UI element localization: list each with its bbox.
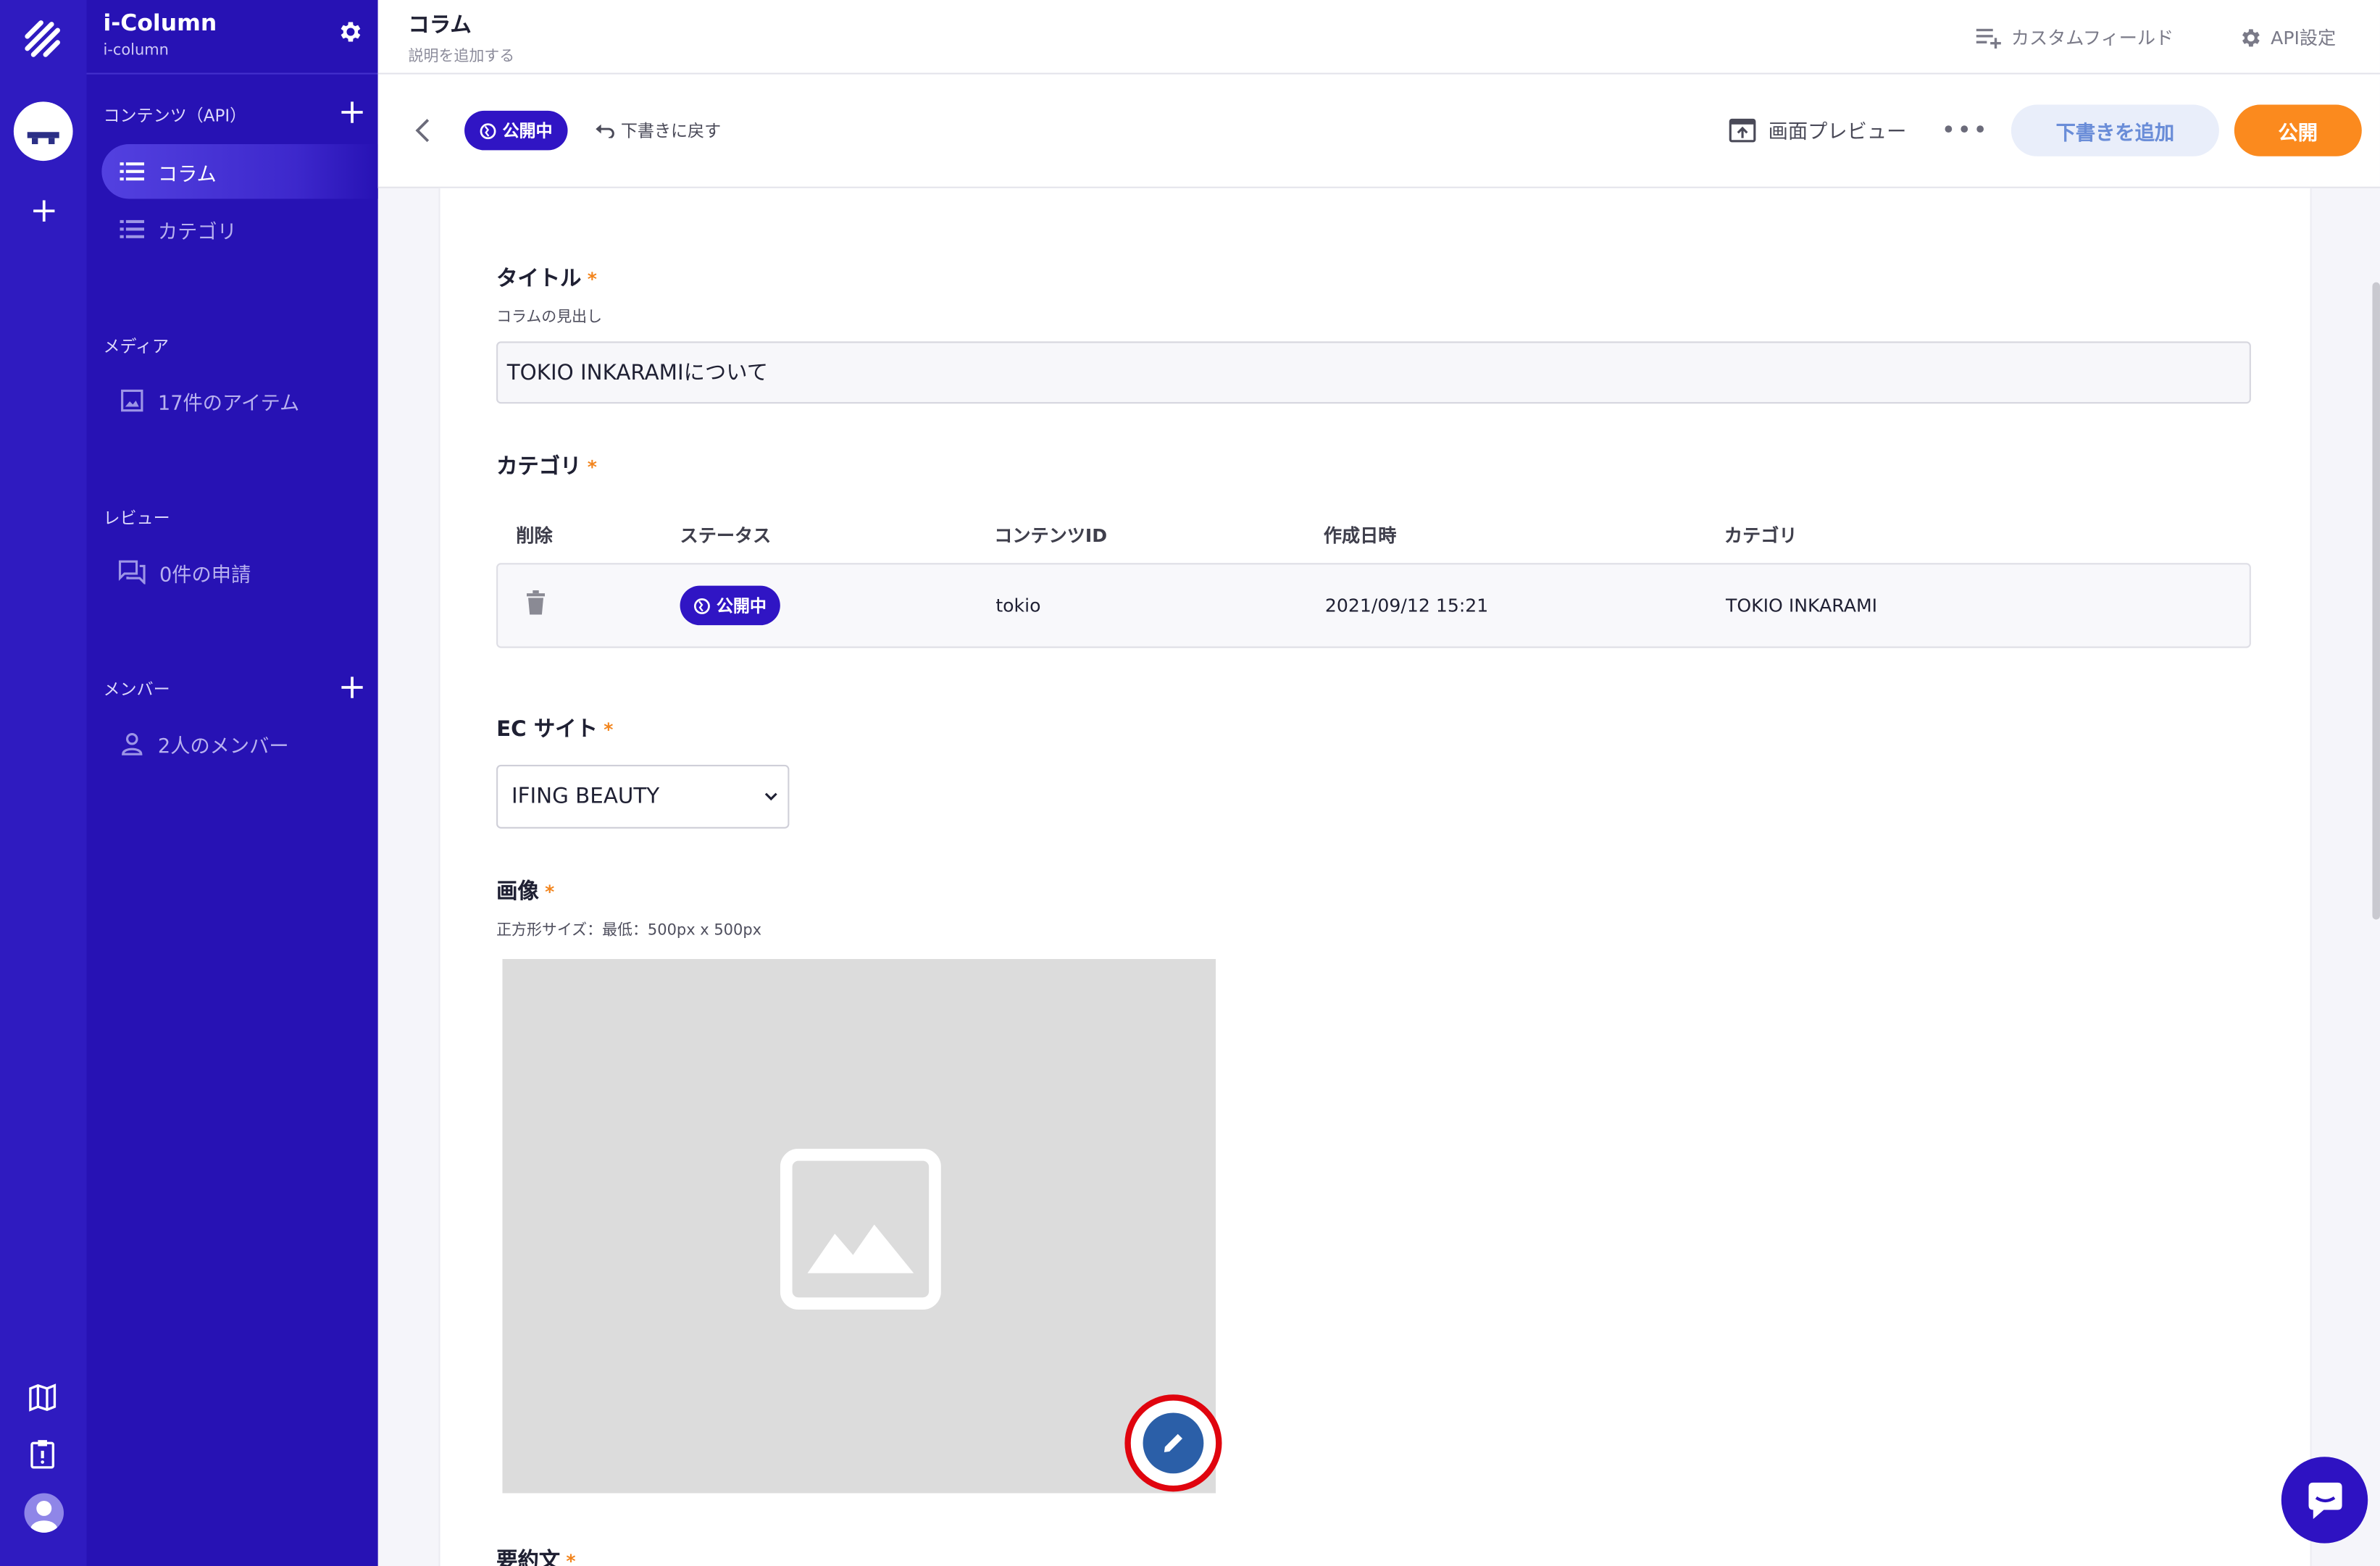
members-section-title: メンバー [103, 679, 170, 700]
sidebar-item-category[interactable]: カテゴリ [101, 202, 377, 256]
sidebar-item-members[interactable]: 2人のメンバー [101, 716, 377, 771]
chevron-left-icon[interactable] [412, 115, 433, 146]
globe-icon [693, 597, 710, 614]
sidebar-item-column[interactable]: コラム [101, 144, 378, 199]
add-api-icon[interactable] [340, 100, 364, 125]
sidebar-item-label: カテゴリ [157, 220, 237, 244]
ec-site-selected-value: IFING BEAUTY [512, 784, 660, 809]
ec-site-field-label: EC サイト * [496, 717, 614, 742]
gear-icon [2242, 28, 2260, 46]
image-field-hint: 正方形サイズ：最低：500px x 500px [496, 922, 762, 939]
support-chat-button[interactable] [2281, 1457, 2368, 1544]
content-editor: タイトル * コラムの見出し TOKIO INKARAMIについて カテゴリ * 削… [438, 188, 2312, 1566]
sidebar-item-media[interactable]: 17件のアイテム [101, 373, 377, 427]
add-service-icon[interactable] [28, 194, 61, 227]
required-mark: * [566, 1551, 576, 1566]
revert-to-draft-button[interactable]: 下書きに戻す [595, 118, 721, 143]
title-field-hint: コラムの見出し [496, 309, 603, 327]
screen-preview-button[interactable]: 画面プレビュー [1729, 115, 1906, 144]
person-icon [122, 732, 143, 755]
list-icon [120, 219, 145, 238]
page-header: コラム 説明を追加する カスタムフィールド API設定 [377, 0, 2380, 75]
column-header-status: ステータス [680, 524, 772, 547]
person-icon [30, 1500, 58, 1533]
add-draft-button[interactable]: 下書きを追加 [2011, 104, 2219, 156]
trash-icon[interactable] [526, 590, 546, 615]
sidebar-item-label: 17件のアイテム [157, 392, 300, 415]
column-header-delete: 削除 [516, 524, 553, 547]
app-id: i-column [103, 42, 169, 59]
image-edit-highlight [1124, 1394, 1222, 1492]
media-section-title: メディア [103, 337, 170, 357]
image-icon [780, 1148, 941, 1310]
chat-icon [2308, 1481, 2342, 1519]
app-name: i-Column [103, 9, 217, 37]
chat-bubbles-icon [118, 560, 146, 585]
chevron-down-icon [764, 792, 777, 801]
preview-upload-icon [1729, 117, 1756, 142]
publish-button[interactable]: 公開 [2234, 104, 2362, 156]
map-icon[interactable] [26, 1381, 59, 1414]
required-mark: * [545, 882, 555, 903]
column-header-created: 作成日時 [1323, 524, 1397, 547]
summary-field-label: 要約文 * [496, 1545, 576, 1566]
table-row[interactable]: 公開中 tokio 2021/09/12 15:21 TOKIO INKARAM… [496, 563, 2251, 648]
service-avatar[interactable] [13, 101, 73, 162]
pencil-icon [1164, 1432, 1185, 1452]
scrollbar-thumb[interactable] [2372, 282, 2380, 920]
app-rail [0, 0, 88, 1566]
status-badge: 公開中 [464, 110, 568, 151]
cell-category: TOKIO INKARAMI [1726, 595, 1878, 616]
list-icon [120, 162, 145, 181]
globe-icon [480, 122, 496, 139]
image-field-label: 画像 * [496, 880, 555, 905]
page-title[interactable]: コラム [409, 9, 472, 40]
revert-label: 下書きに戻す [620, 121, 722, 141]
column-header-category: カテゴリ [1724, 524, 1797, 547]
edit-image-button[interactable] [1143, 1412, 1204, 1474]
custom-field-label: カスタムフィールド [2011, 27, 2174, 49]
review-section-title: レビュー [103, 508, 170, 529]
api-settings-link[interactable]: API設定 [2239, 25, 2336, 51]
required-mark: * [604, 719, 614, 741]
contents-section-title: コンテンツ（API） [103, 106, 247, 126]
status-label: 公開中 [716, 596, 767, 616]
sidebar-header: i-Column i-column [86, 0, 378, 75]
sidebar-item-review[interactable]: 0件の申請 [101, 545, 377, 599]
sidebar-item-label: コラム [157, 163, 217, 186]
title-field-label: タイトル * [496, 267, 597, 292]
category-field-label: カテゴリ * [496, 455, 597, 480]
editor-toolbar: 公開中 下書きに戻す 画面プレビュー ••• 下書きを追加 公開 [377, 74, 2380, 188]
api-settings-label: API設定 [2271, 27, 2337, 49]
playlist-add-icon [1976, 28, 2001, 48]
title-input[interactable]: TOKIO INKARAMIについて [496, 341, 2251, 404]
column-header-content-id: コンテンツID [994, 524, 1108, 547]
gear-icon[interactable] [337, 18, 364, 46]
sidebar: i-Column i-column コンテンツ（API） コラム カテゴリ メデ… [86, 0, 378, 1566]
clipboard-alert-icon[interactable] [26, 1437, 59, 1470]
cell-created: 2021/09/12 15:21 [1324, 595, 1489, 616]
image-placeholder[interactable] [502, 959, 1216, 1494]
image-icon [121, 389, 143, 412]
microcms-logo-icon[interactable] [20, 17, 65, 62]
status-label: 公開中 [502, 121, 553, 141]
page-description[interactable]: 説明を追加する [409, 43, 515, 65]
required-mark: * [587, 268, 597, 290]
sidebar-item-label: 0件の申請 [159, 564, 251, 587]
cell-content-id: tokio [995, 595, 1041, 616]
service-icon [27, 132, 59, 145]
undo-icon [596, 124, 614, 138]
user-avatar[interactable] [24, 1493, 64, 1533]
status-badge: 公開中 [680, 585, 780, 626]
custom-field-link[interactable]: カスタムフィールド [1976, 25, 2174, 51]
preview-label: 画面プレビュー [1768, 121, 1907, 145]
required-mark: * [587, 456, 597, 478]
sidebar-item-label: 2人のメンバー [157, 735, 289, 758]
ec-site-select[interactable]: IFING BEAUTY [496, 764, 790, 829]
more-options-icon[interactable]: ••• [1942, 115, 1989, 144]
add-member-icon[interactable] [340, 675, 364, 700]
